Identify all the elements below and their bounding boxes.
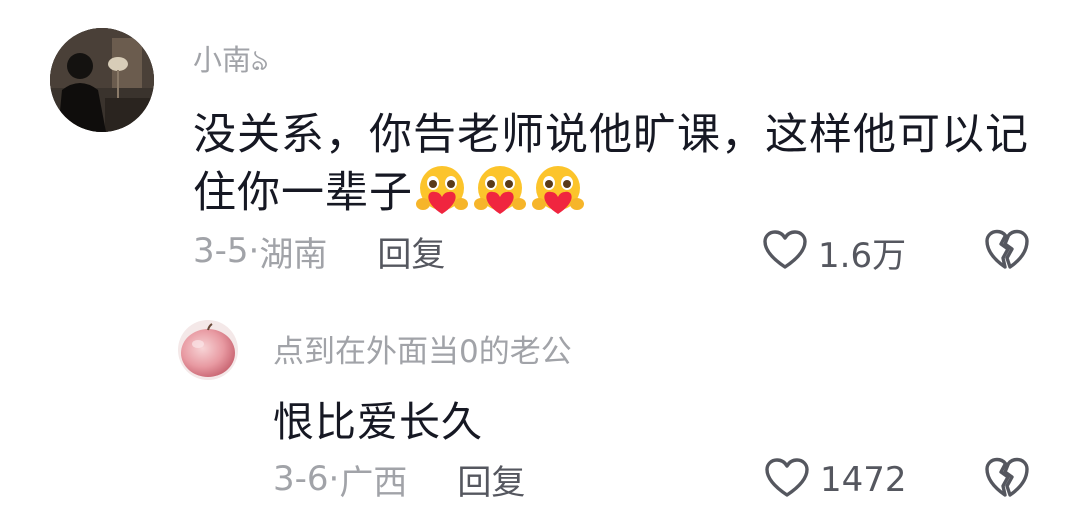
broken-heart-icon [984, 457, 1030, 504]
dislike-button[interactable] [984, 456, 1030, 504]
avatar[interactable] [50, 28, 154, 132]
reply-button[interactable]: 回复 [457, 455, 525, 504]
hug-heart-emoji [529, 164, 587, 227]
meta-separator: · [248, 231, 260, 271]
reply-item: 点到在外面当0的老公 恨比爱长久 3-6 · 广西 回复 1472 [0, 300, 1080, 524]
heart-outline-icon [764, 457, 810, 503]
hug-heart-emoji [471, 164, 529, 227]
dislike-button[interactable] [984, 228, 1030, 276]
comment-username[interactable]: 小南ঌ [193, 37, 268, 87]
comment-meta: 3-5 · 湖南 回复 [193, 227, 445, 276]
reply-meta: 3-6 · 广西 回复 [273, 455, 525, 504]
reply-username[interactable]: 点到在外面当0的老公 [273, 326, 572, 371]
apple-avatar-image [178, 320, 238, 380]
comment-location: 湖南 [259, 234, 328, 275]
reply-text: 恨比爱长久 [273, 398, 483, 446]
reply-date: 3-6 [273, 459, 329, 499]
comment-text-line-2-text: 住你一辈子 [193, 168, 413, 218]
comment-item: 小南ঌ 没关系，你告老师说他旷课，这样他可以记 住你一辈子 3-5 · 湖南 回… [0, 0, 1080, 300]
like-button[interactable]: 1.6万 [762, 228, 906, 276]
reply-button[interactable]: 回复 [377, 227, 445, 276]
comment-text-line-1: 没关系，你告老师说他旷课，这样他可以记 [193, 110, 1029, 160]
avatar-image [50, 28, 154, 132]
heart-outline-icon [762, 229, 808, 275]
comment-date: 3-5 [193, 231, 249, 271]
like-count: 1.6万 [818, 235, 907, 276]
hug-heart-emoji [413, 164, 471, 227]
comment-text-line-2: 住你一辈子 [193, 158, 587, 227]
avatar[interactable] [178, 320, 238, 380]
reply-location: 广西 [339, 462, 408, 503]
broken-heart-icon [984, 229, 1030, 276]
like-count: 1472 [820, 460, 907, 500]
like-button[interactable]: 1472 [764, 456, 907, 504]
meta-separator: · [328, 459, 340, 499]
